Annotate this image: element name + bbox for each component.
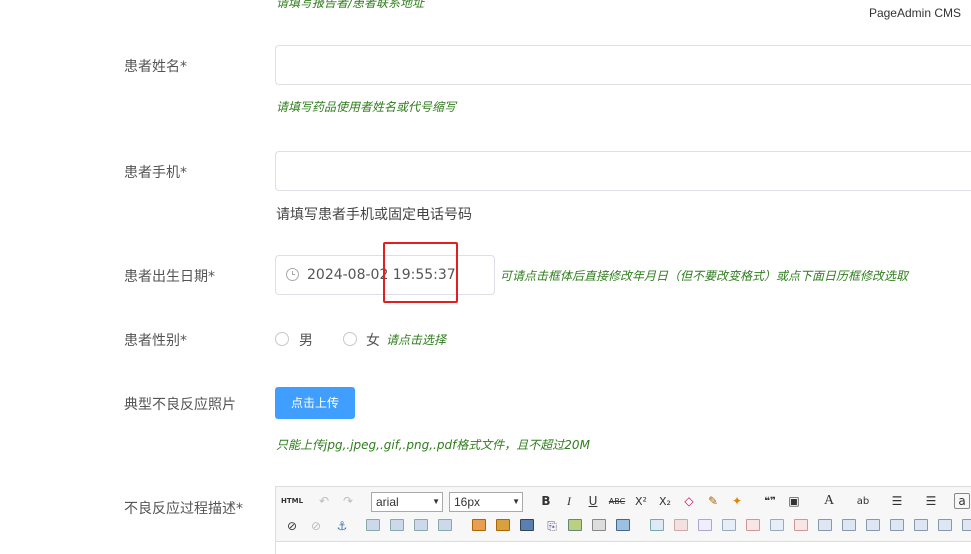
html-icon[interactable]: HTML [279,491,305,511]
merge-cells-icon[interactable] [818,519,832,531]
chevron-down-icon: ▼ [432,497,440,506]
gender-male-label[interactable]: 男 [299,330,313,350]
template-icon[interactable] [616,519,630,531]
undo-icon[interactable]: ↶ [314,491,334,511]
superscript-icon[interactable]: X² [631,491,651,511]
gender-male-radio[interactable] [275,332,289,346]
paste-plain-icon[interactable]: ▣ [784,491,804,511]
toolbar-row-2: ⊘ ⊘ ⚓ ⎘ [276,514,971,538]
patient-name-label: 患者姓名* [124,59,187,75]
chevron-down-icon: ▼ [512,497,520,506]
editor-toolbar: HTML ↶ ↷ arial ▼ 16px ▼ B I U ABC X² X₂ ◇ … [276,487,971,542]
description-label: 不良反应过程描述* [124,501,243,517]
align-right-icon[interactable] [414,519,428,531]
italic-icon[interactable]: I [559,491,579,511]
font-color-icon[interactable]: A [819,491,839,511]
patient-phone-label: 患者手机* [124,165,187,181]
patient-phone-hint: 请填写患者手机或固定电话号码 [276,207,472,223]
eraser-icon[interactable]: ◇ [679,491,699,511]
delete-row-icon[interactable] [746,519,760,531]
text-case-icon[interactable]: a [954,493,970,509]
insert-col-icon[interactable] [770,519,784,531]
merge-down-icon[interactable] [866,519,880,531]
map-icon[interactable] [568,519,582,531]
patient-dob-label: 患者出生日期* [124,269,215,285]
photo-hint: 只能上传jpg,.jpeg,.gif,.png,.pdf格式文件，且不超过20M [276,438,590,452]
patient-name-hint: 请填写药品使用者姓名或代号缩写 [276,100,457,114]
delete-col-icon[interactable] [794,519,808,531]
font-family-value: arial [376,495,399,509]
merge-right-icon[interactable] [842,519,856,531]
highlight-icon[interactable]: ab [853,491,873,511]
upload-button[interactable]: 点击上传 [275,387,355,419]
patient-gender-label: 患者性别* [124,333,187,349]
bold-icon[interactable]: B [536,491,556,511]
ordered-list-icon[interactable]: ☰ [887,491,907,511]
insert-row-icon[interactable] [722,519,736,531]
toolbar-row-1: HTML ↶ ↷ arial ▼ 16px ▼ B I U ABC X² X₂ ◇ … [276,489,971,513]
font-size-select[interactable]: 16px ▼ [449,492,523,512]
patient-name-input[interactable] [275,45,971,85]
table-icon[interactable] [650,519,664,531]
redo-icon[interactable]: ↷ [338,491,358,511]
gender-female-radio[interactable] [343,332,357,346]
unordered-list-icon[interactable]: ☰ [921,491,941,511]
attachment-icon[interactable]: ⎘ [542,516,562,536]
underline-icon[interactable]: U [583,491,603,511]
table-props-icon[interactable] [962,519,971,531]
multi-image-icon[interactable] [496,519,510,531]
video-icon[interactable] [520,519,534,531]
align-left-icon[interactable] [366,519,380,531]
gender-hint: 请点击选择 [386,333,447,347]
font-size-value: 16px [454,495,481,509]
brand-label: PageAdmin CMS [868,6,961,20]
image-icon[interactable] [472,519,486,531]
insert-paragraph-icon[interactable] [698,519,712,531]
link-icon[interactable]: ⊘ [282,516,302,536]
unlink-icon[interactable]: ⊘ [306,516,326,536]
align-center-icon[interactable] [390,519,404,531]
delete-table-icon[interactable] [674,519,688,531]
align-justify-icon[interactable] [438,519,452,531]
gender-female-label[interactable]: 女 [366,330,380,350]
split-cols-icon[interactable] [938,519,952,531]
blockquote-icon[interactable]: ❝❞ [760,491,780,511]
auto-format-icon[interactable]: ✦ [727,491,747,511]
strikethrough-icon[interactable]: ABC [607,491,627,511]
subscript-icon[interactable]: X₂ [655,491,675,511]
clock-icon [286,268,299,281]
highlight-box [383,242,458,303]
dob-hint: 可请点击框体后直接修改年月日（但不要改变格式）或点下面日历框修改选取 [500,269,909,283]
font-family-select[interactable]: arial ▼ [371,492,443,512]
split-rows-icon[interactable] [914,519,928,531]
format-painter-icon[interactable]: ✎ [703,491,723,511]
page-break-icon[interactable] [592,519,606,531]
address-hint: 请填写报告者/患者联系地址 [276,0,425,10]
anchor-icon[interactable]: ⚓ [332,516,352,536]
rich-text-editor[interactable]: HTML ↶ ↷ arial ▼ 16px ▼ B I U ABC X² X₂ ◇ … [275,486,971,554]
patient-phone-input[interactable] [275,151,971,191]
split-cells-icon[interactable] [890,519,904,531]
photo-label: 典型不良反应照片 [124,397,236,413]
